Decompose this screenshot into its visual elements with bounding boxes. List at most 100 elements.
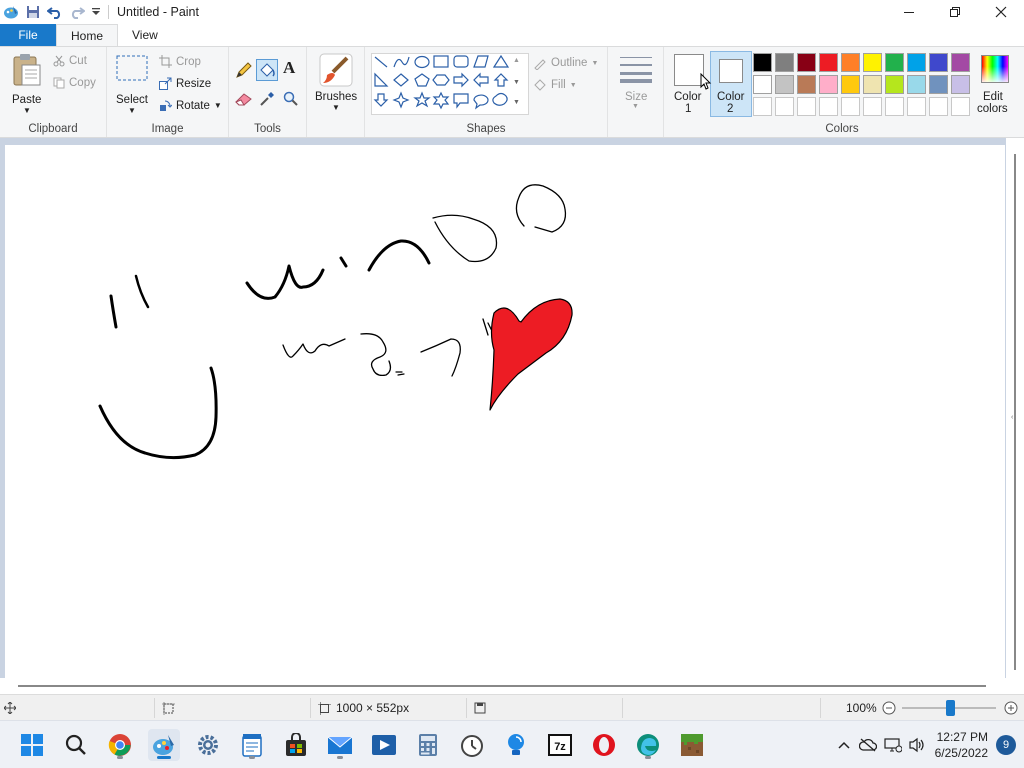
redo-icon[interactable]: [66, 1, 88, 23]
outline-button[interactable]: Outline ▼: [533, 56, 598, 70]
size-group[interactable]: Size ▼: [608, 47, 664, 137]
select-button[interactable]: Select ▼: [113, 53, 153, 115]
taskbar-clock-app[interactable]: [456, 729, 488, 761]
custom-color-slot[interactable]: [841, 97, 860, 116]
taskbar-calculator[interactable]: [412, 729, 444, 761]
palette-swatch[interactable]: [775, 75, 794, 94]
zoom-slider-thumb[interactable]: [946, 700, 955, 716]
notification-badge[interactable]: 9: [996, 735, 1016, 755]
save-icon[interactable]: [22, 1, 44, 23]
palette-swatch[interactable]: [753, 75, 772, 94]
custom-color-slot[interactable]: [753, 97, 772, 116]
custom-color-slot[interactable]: [885, 97, 904, 116]
zoom-in-button[interactable]: [1004, 695, 1018, 721]
taskbar-mail[interactable]: [324, 729, 356, 761]
custom-color-slot[interactable]: [819, 97, 838, 116]
fill-button[interactable]: Fill ▼: [533, 78, 577, 92]
crop-button[interactable]: Crop: [159, 55, 201, 68]
color-picker-tool[interactable]: [259, 91, 275, 110]
taskbar-notepad[interactable]: [236, 729, 268, 761]
maximize-button[interactable]: [932, 0, 978, 24]
taskbar-7zip[interactable]: 7z: [544, 729, 576, 761]
shapes-gallery[interactable]: [371, 53, 529, 115]
palette-swatch[interactable]: [797, 53, 816, 72]
tab-view[interactable]: View: [118, 24, 172, 46]
paste-button[interactable]: Paste ▼: [8, 51, 46, 115]
drawing-canvas[interactable]: [5, 145, 1005, 678]
zoom-out-button[interactable]: [882, 695, 896, 721]
custom-color-slot[interactable]: [797, 97, 816, 116]
taskbar-chrome[interactable]: [104, 729, 136, 761]
tab-home[interactable]: Home: [56, 24, 119, 46]
horizontal-scroll-thumb[interactable]: [18, 685, 986, 687]
shapes-expand-icon[interactable]: ▼: [513, 99, 520, 106]
eraser-tool[interactable]: [235, 91, 253, 110]
palette-swatch[interactable]: [753, 53, 772, 72]
palette-swatch[interactable]: [819, 53, 838, 72]
horizontal-scrollbar[interactable]: [0, 678, 1024, 694]
taskbar-store[interactable]: [280, 729, 312, 761]
taskbar-opera[interactable]: [588, 729, 620, 761]
magnifier-tool[interactable]: [283, 91, 299, 110]
taskbar-clock[interactable]: 12:27 PM 6/25/2022: [935, 729, 988, 761]
palette-swatch[interactable]: [885, 53, 904, 72]
customize-toolbar-icon[interactable]: [88, 1, 104, 23]
palette-swatch[interactable]: [885, 75, 904, 94]
show-hidden-icons-button[interactable]: [833, 741, 855, 749]
custom-color-slot[interactable]: [929, 97, 948, 116]
vertical-scrollbar[interactable]: ‹: [1006, 138, 1024, 678]
palette-swatch[interactable]: [863, 53, 882, 72]
edit-colors-button[interactable]: Edit colors: [974, 51, 1020, 117]
palette-swatch[interactable]: [841, 53, 860, 72]
palette-swatch[interactable]: [929, 53, 948, 72]
palette-swatch[interactable]: [907, 53, 926, 72]
color2-button[interactable]: Color 2: [710, 51, 752, 117]
taskbar-settings[interactable]: [192, 729, 224, 761]
palette-swatch[interactable]: [863, 75, 882, 94]
shapes-scroll-down-icon[interactable]: ▼: [513, 79, 520, 86]
canvas-resize-handle-right[interactable]: ‹: [1011, 414, 1013, 421]
custom-color-slot[interactable]: [863, 97, 882, 116]
palette-swatch[interactable]: [775, 53, 794, 72]
volume-icon[interactable]: [905, 737, 929, 753]
rotate-button[interactable]: Rotate ▼: [159, 99, 222, 112]
palette-swatch[interactable]: [797, 75, 816, 94]
taskbar-paint[interactable]: [148, 729, 180, 761]
palette-swatch[interactable]: [951, 75, 970, 94]
taskbar-tips[interactable]: [500, 729, 532, 761]
scissors-icon: [53, 55, 65, 67]
text-tool[interactable]: A: [283, 58, 295, 78]
palette-swatch[interactable]: [841, 75, 860, 94]
minimize-button[interactable]: [886, 0, 932, 24]
search-button[interactable]: [60, 729, 92, 761]
taskbar-media-player[interactable]: [368, 729, 400, 761]
taskbar-edge[interactable]: [632, 729, 664, 761]
palette-swatch[interactable]: [819, 75, 838, 94]
palette-swatch[interactable]: [907, 75, 926, 94]
zoom-slider[interactable]: [902, 695, 996, 721]
brushes-group[interactable]: Brushes ▼: [307, 47, 365, 137]
copy-button[interactable]: Copy: [53, 77, 96, 89]
window-title: Untitled - Paint: [117, 5, 199, 19]
undo-icon[interactable]: [44, 1, 66, 23]
tab-file[interactable]: File: [0, 24, 56, 46]
taskbar: 7z 12:27 PM 6/25/2022 9: [0, 720, 1024, 768]
custom-color-slot[interactable]: [951, 97, 970, 116]
custom-color-slot[interactable]: [907, 97, 926, 116]
vertical-scroll-thumb[interactable]: [1014, 154, 1016, 670]
resize-label: Resize: [176, 77, 212, 90]
shapes-scroll-up-icon[interactable]: ▲: [513, 57, 520, 64]
close-button[interactable]: [978, 0, 1024, 24]
cut-button[interactable]: Cut: [53, 55, 87, 67]
taskbar-minecraft[interactable]: [676, 729, 708, 761]
custom-color-slot[interactable]: [775, 97, 794, 116]
palette-swatch[interactable]: [951, 53, 970, 72]
edit-colors-line1: Edit: [983, 91, 1003, 103]
pencil-tool[interactable]: [235, 61, 253, 82]
onedrive-offline-icon[interactable]: [855, 738, 881, 752]
palette-swatch[interactable]: [929, 75, 948, 94]
network-icon[interactable]: [881, 737, 905, 753]
fill-tool[interactable]: [256, 59, 278, 81]
resize-button[interactable]: Resize: [159, 77, 211, 90]
start-button[interactable]: [16, 729, 48, 761]
